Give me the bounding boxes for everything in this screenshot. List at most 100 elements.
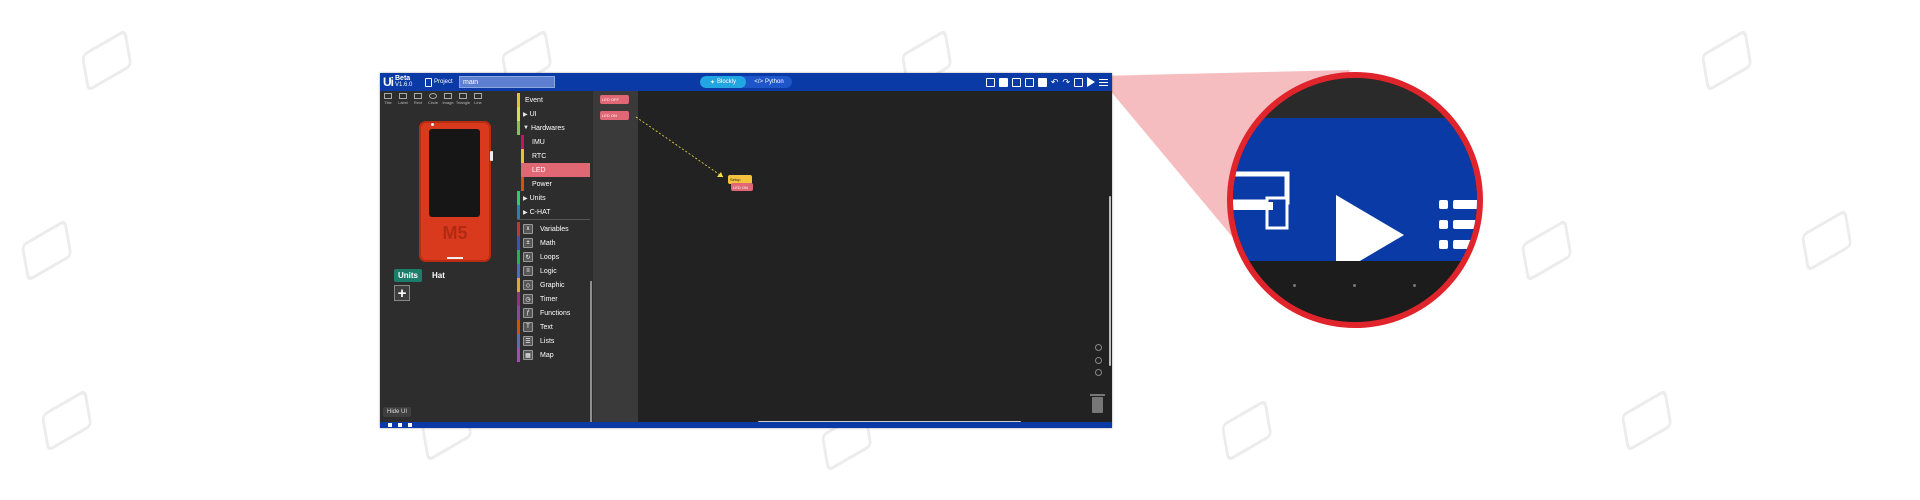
status-indicator-icon xyxy=(388,423,392,427)
blockly-mode-label: Blockly xyxy=(717,79,737,85)
category-label: C-HAT xyxy=(529,208,551,216)
category-math[interactable]: ± Math xyxy=(517,236,590,250)
code-icon: </> xyxy=(754,79,763,85)
python-mode-button[interactable]: </> Python xyxy=(746,76,792,88)
puzzle-icon: ✦ xyxy=(709,79,715,86)
watermark-logo xyxy=(1215,397,1287,463)
widget-triangle-tool[interactable]: Triangle xyxy=(456,93,470,105)
lists-icon: ☰ xyxy=(523,336,533,346)
download-device-icon[interactable] xyxy=(1074,77,1083,87)
category-c-hat[interactable]: ▶ C-HAT xyxy=(517,205,590,219)
led-off-block[interactable]: LED OFF xyxy=(600,95,629,104)
led-on-block[interactable]: LED ON xyxy=(600,111,629,120)
device-side-button xyxy=(490,151,493,161)
category-label: Units xyxy=(529,194,546,202)
category-color-bar xyxy=(517,264,520,278)
category-units[interactable]: ▶ Units xyxy=(517,191,590,205)
tab-units[interactable]: Units xyxy=(394,269,422,282)
version-label: V1.6.0 xyxy=(395,82,413,88)
category-color-bar xyxy=(517,205,520,219)
category-label: RTC xyxy=(532,152,547,160)
logic-icon: ≡ xyxy=(523,266,533,276)
workspace-vertical-scrollbar[interactable] xyxy=(1109,196,1111,366)
widget-circle-tool[interactable]: Circle xyxy=(427,93,439,105)
math-icon: ± xyxy=(523,238,533,248)
firmware-icon[interactable] xyxy=(1037,77,1047,87)
category-graphic[interactable]: ◇ Graphic xyxy=(517,278,590,292)
category-logic[interactable]: ≡ Logic xyxy=(517,264,590,278)
category-color-bar xyxy=(517,306,520,320)
widget-line-tool[interactable]: Line xyxy=(472,93,484,105)
category-color-bar xyxy=(521,135,524,149)
category-loops[interactable]: ↻ Loops xyxy=(517,250,590,264)
category-lists[interactable]: ☰ Lists xyxy=(517,334,590,348)
menu-line xyxy=(1453,220,1477,229)
trash-icon[interactable] xyxy=(1090,394,1105,413)
example-icon[interactable] xyxy=(998,77,1008,87)
add-unit-button[interactable]: + xyxy=(394,285,410,302)
category-color-bar xyxy=(517,107,520,121)
category-rtc[interactable]: RTC xyxy=(521,149,590,163)
toolbar-actions: ↶ ↷ xyxy=(985,76,1108,88)
workspace-grid-dot xyxy=(1353,284,1356,287)
category-hardwares[interactable]: ▼ Hardwares xyxy=(517,121,590,135)
watermark-logo xyxy=(35,387,107,453)
widget-image-tool[interactable]: Image xyxy=(442,93,454,105)
category-ui[interactable]: ▶ UI xyxy=(517,107,590,121)
device-brand: M5 xyxy=(442,223,468,243)
chat-icon[interactable] xyxy=(1011,77,1021,87)
triangle-widget-icon xyxy=(459,93,467,99)
file-name-input[interactable] xyxy=(459,76,555,88)
category-label: Timer xyxy=(540,295,558,303)
category-power[interactable]: Power xyxy=(521,177,590,191)
category-label: UI xyxy=(529,110,537,118)
run-play-icon[interactable] xyxy=(1087,77,1095,87)
category-event[interactable]: Event xyxy=(517,93,590,107)
tab-hat[interactable]: Hat xyxy=(428,269,449,282)
mode-toggle[interactable]: ✦ Blockly </> Python xyxy=(700,76,792,88)
blockly-workspace[interactable]: Setup LED ON xyxy=(635,91,1112,428)
hide-ui-button[interactable]: Hide UI xyxy=(383,407,412,417)
block-categories: Event ▶ UI ▼ Hardwares IMU RTC LED Power ▶… xyxy=(515,91,593,428)
category-imu[interactable]: IMU xyxy=(521,135,590,149)
category-functions[interactable]: ƒ Functions xyxy=(517,306,590,320)
category-text[interactable]: T Text xyxy=(517,320,590,334)
title-widget-icon xyxy=(384,93,392,99)
undo-icon[interactable]: ↶ xyxy=(1051,77,1059,87)
uiflow-logo: Ui Beta V1.6.0 xyxy=(383,74,412,90)
menu-dot xyxy=(1439,200,1448,209)
category-color-bar xyxy=(517,334,520,348)
category-led[interactable]: LED xyxy=(521,163,590,177)
zoom-reset-icon[interactable] xyxy=(1095,344,1102,351)
zoom-out-icon[interactable] xyxy=(1095,369,1102,376)
new-file-icon[interactable] xyxy=(985,77,995,87)
category-timer[interactable]: ◷ Timer xyxy=(517,292,590,306)
device-screen[interactable] xyxy=(429,129,480,217)
image-widget-icon xyxy=(444,93,452,99)
device-bottom-port xyxy=(447,257,463,259)
zoom-in-icon[interactable] xyxy=(1095,357,1102,364)
project-button[interactable]: Project xyxy=(425,76,453,88)
menu-dot xyxy=(1439,220,1448,229)
category-label: Functions xyxy=(540,309,571,317)
circle-widget-icon xyxy=(429,93,437,99)
beta-label: Beta xyxy=(395,75,411,82)
units-hat-tabs: Units Hat xyxy=(394,269,449,282)
map-icon: ▦ xyxy=(523,350,533,360)
blockly-mode-button[interactable]: ✦ Blockly xyxy=(700,76,746,88)
watermark-logo xyxy=(75,27,147,93)
widget-rect-tool[interactable]: Rect xyxy=(412,93,424,105)
redo-icon[interactable]: ↷ xyxy=(1062,77,1070,87)
widget-title-tool[interactable]: Title xyxy=(382,93,394,105)
widget-label-tool[interactable]: Label xyxy=(397,93,409,105)
graphic-icon: ◇ xyxy=(523,280,533,290)
led-on-block-placed[interactable]: LED ON xyxy=(731,183,753,191)
menu-line xyxy=(1453,200,1477,209)
manager-icon[interactable] xyxy=(1024,77,1034,87)
category-variables[interactable]: x Variables xyxy=(517,222,590,236)
category-divider xyxy=(517,219,590,220)
category-map[interactable]: ▦ Map xyxy=(517,348,590,362)
widget-toolbar: Title Label Rect Circle Image Triangle L… xyxy=(382,93,484,105)
categories-scrollbar[interactable] xyxy=(590,281,592,428)
menu-list-icon[interactable] xyxy=(1099,78,1108,87)
